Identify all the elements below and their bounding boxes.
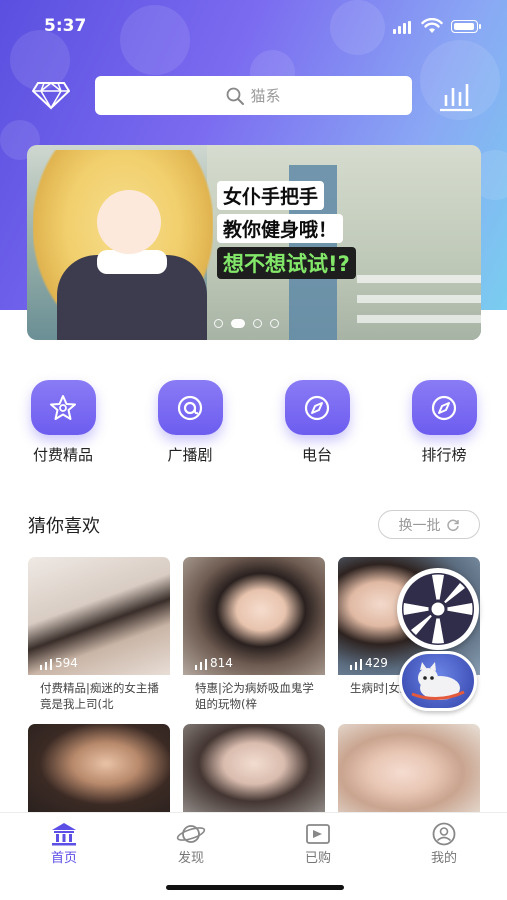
audio-card[interactable] [338, 724, 480, 812]
card-plays: 594 [40, 656, 78, 670]
battery-icon [451, 20, 481, 33]
card-caption: 特惠|沦为病娇吸血鬼学姐的玩物(梓 [195, 681, 314, 711]
banner-line-3: 想不想试试!? [217, 247, 356, 279]
audio-card[interactable] [28, 724, 170, 812]
play-count: 814 [210, 656, 233, 670]
status-bar: 5:37 [0, 0, 507, 56]
wifi-icon [421, 18, 443, 33]
refresh-icon [446, 519, 459, 531]
category-label: 付费精品 [32, 446, 93, 464]
search-bar[interactable]: 猫系 [95, 76, 412, 115]
vip-diamond-icon[interactable] [32, 80, 70, 110]
refresh-batch-button[interactable]: 换一批 [378, 510, 480, 539]
compass-icon [411, 380, 477, 435]
screen: 5:37 猫系 女仆手把手 教你健身哦！ 想不想试试!? 付费精品 广播剧 电台… [0, 0, 507, 900]
banner-dot-active[interactable] [231, 319, 245, 328]
banner-dot[interactable] [253, 319, 262, 328]
star-icon [30, 380, 96, 435]
tab-home[interactable]: 首页 [24, 821, 104, 866]
category-label: 广播剧 [167, 446, 213, 464]
promo-banner[interactable]: 女仆手把手 教你健身哦！ 想不想试试!? [27, 145, 481, 340]
section-title: 猜你喜欢 [28, 516, 100, 537]
lucky-wheel-icon [402, 573, 474, 645]
card-plays: 814 [195, 656, 233, 670]
category-radio-drama[interactable]: 广播剧 [145, 380, 235, 465]
card-cover: 594 [28, 557, 170, 675]
card-caption: 付费精品|痴迷的女主播竟是我上司(北 [40, 681, 159, 711]
play-count: 429 [365, 656, 388, 670]
card-cover: 814 [183, 557, 325, 675]
home-indicator[interactable] [166, 885, 344, 890]
status-time: 5:37 [44, 16, 87, 36]
tab-label: 首页 [50, 851, 77, 866]
category-ranking[interactable]: 排行榜 [399, 380, 489, 465]
profile-icon [432, 822, 456, 846]
purchased-icon [306, 824, 330, 844]
audio-card[interactable]: 814 特惠|沦为病娇吸血鬼学姐的玩物(梓 [183, 557, 325, 713]
signal-icon [393, 21, 411, 34]
tab-label: 已购 [304, 851, 331, 866]
compass-icon [284, 380, 350, 435]
at-icon [157, 380, 223, 435]
banner-pagination [214, 319, 279, 328]
mascot-widget[interactable] [399, 651, 477, 711]
banner-line-2: 教你健身哦！ [217, 214, 344, 243]
banner-character-face [97, 190, 161, 254]
search-placeholder: 猫系 [250, 87, 281, 105]
banner-text: 女仆手把手 教你健身哦！ 想不想试试!? [217, 181, 437, 283]
tab-label: 发现 [177, 851, 204, 866]
audio-card[interactable]: 594 付费精品|痴迷的女主播竟是我上司(北 [28, 557, 170, 713]
audio-card[interactable] [183, 724, 325, 812]
tab-profile[interactable]: 我的 [404, 821, 484, 866]
banner-dot[interactable] [214, 319, 223, 328]
banner-line-1: 女仆手把手 [217, 181, 325, 210]
category-radio-station[interactable]: 电台 [272, 380, 362, 465]
category-label: 排行榜 [421, 446, 467, 464]
refresh-label: 换一批 [398, 517, 441, 534]
tab-discover[interactable]: 发现 [151, 821, 231, 866]
search-icon [227, 87, 245, 105]
tab-purchased[interactable]: 已购 [278, 821, 358, 866]
play-count: 594 [55, 656, 78, 670]
tab-label: 我的 [430, 851, 457, 866]
mascot-icon [411, 662, 465, 700]
category-label: 电台 [301, 446, 332, 464]
banner-dot[interactable] [270, 319, 279, 328]
home-icon [52, 823, 76, 846]
category-paid-premium[interactable]: 付费精品 [18, 380, 108, 465]
lucky-wheel-widget[interactable] [397, 568, 479, 650]
card-plays: 429 [350, 656, 388, 670]
planet-icon [176, 825, 206, 843]
ranking-chart-icon[interactable] [438, 80, 474, 112]
